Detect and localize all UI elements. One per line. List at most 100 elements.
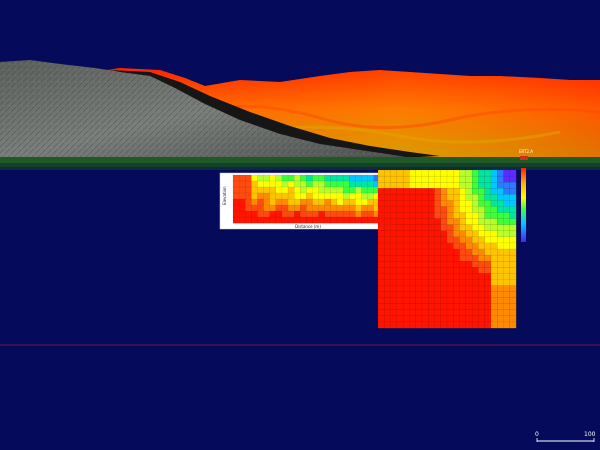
section-cell — [390, 285, 398, 292]
section-cell — [312, 204, 319, 212]
section-cell — [453, 230, 460, 238]
section-cell — [459, 242, 467, 250]
section-cell — [434, 182, 442, 189]
section-cell — [396, 182, 404, 189]
section-cell — [396, 188, 404, 195]
section-cell — [490, 206, 498, 213]
section-cell — [490, 236, 498, 244]
section-cell — [384, 175, 391, 183]
section-cell — [509, 169, 517, 177]
section-cell — [503, 267, 511, 274]
section-cell — [238, 198, 246, 206]
section-cell — [478, 242, 485, 250]
section-cell — [396, 175, 404, 183]
section-cell — [497, 224, 504, 232]
section-cell — [269, 216, 277, 224]
section-cell — [471, 279, 479, 286]
section-cell — [478, 315, 485, 323]
section-cell — [453, 242, 460, 250]
section-cell — [263, 210, 271, 218]
section-cell — [390, 194, 398, 201]
section-cell — [503, 315, 511, 323]
resistivity-section-left[interactable]: Elevation Distance (m) — [219, 172, 394, 230]
section-cell — [312, 180, 319, 188]
section-cell — [421, 175, 429, 183]
section-cell — [446, 297, 454, 305]
section-cell — [306, 204, 313, 212]
section-cell — [390, 315, 398, 323]
section-cell — [440, 321, 448, 329]
section-cell — [300, 186, 307, 194]
section-cell — [415, 267, 423, 274]
section-cell — [377, 230, 385, 238]
section-cell — [497, 182, 504, 189]
section-cell — [396, 169, 404, 177]
section-cell — [484, 169, 492, 177]
section-cell — [440, 169, 448, 177]
section-cell — [465, 303, 473, 311]
section-cell — [459, 315, 467, 323]
section-cell — [402, 200, 410, 207]
section-cell — [377, 242, 385, 250]
section-cell — [342, 210, 350, 218]
section-cell — [415, 297, 423, 305]
section-cell — [409, 218, 416, 226]
section-cell — [390, 175, 398, 183]
section-cell — [251, 216, 258, 224]
section-cell — [367, 192, 374, 200]
section-cell — [478, 261, 485, 268]
section-cell — [377, 285, 385, 292]
section-cell — [446, 242, 454, 250]
section-cell — [446, 291, 454, 298]
section-cell — [275, 192, 283, 200]
section-cell — [287, 204, 295, 212]
section-cell — [503, 248, 511, 256]
section-cell — [390, 224, 398, 232]
section-cell — [257, 210, 264, 218]
scale-bar: 0 100 — [535, 431, 596, 442]
section-cell — [415, 291, 423, 298]
section-cell — [318, 174, 326, 182]
section-cell — [509, 224, 517, 232]
section-cell — [490, 212, 498, 219]
section-cell — [281, 198, 289, 206]
section-cell — [459, 297, 467, 305]
section-cell — [367, 198, 374, 206]
section-cell — [471, 236, 479, 244]
section-cell — [415, 218, 423, 226]
section-cell — [471, 303, 479, 311]
section-cell — [349, 174, 356, 182]
section-cell — [415, 315, 423, 323]
section-cell — [251, 210, 258, 218]
section-cell — [377, 175, 385, 183]
section-cell — [324, 216, 332, 224]
section-cell — [232, 180, 240, 188]
section-cell — [503, 169, 511, 177]
section-cell — [490, 248, 498, 256]
section-cell — [503, 273, 511, 280]
section-cell — [446, 303, 454, 311]
resistivity-section-right[interactable] — [377, 169, 517, 329]
section-cell — [396, 248, 404, 256]
section-cell — [402, 194, 410, 201]
section-cell — [415, 224, 423, 232]
section-cell — [490, 224, 498, 232]
section-cell — [390, 236, 398, 244]
section-cell — [275, 180, 283, 188]
section-cell — [396, 261, 404, 268]
section-cell — [390, 206, 398, 213]
section-cell — [355, 204, 362, 212]
section-cell — [336, 210, 344, 218]
section-cell — [490, 230, 498, 238]
section-cell — [421, 315, 429, 323]
section-cell — [287, 192, 295, 200]
section-cell — [384, 169, 391, 177]
section-cell — [509, 182, 517, 189]
section-cell — [490, 218, 498, 226]
section-cell — [402, 206, 410, 213]
3d-viewport[interactable]: Elevation Distance (m) ERT2.A 0 100 — [0, 0, 600, 450]
section-cell — [415, 175, 423, 183]
section-cell — [238, 216, 246, 224]
section-cell — [446, 218, 454, 226]
section-cell — [324, 210, 332, 218]
